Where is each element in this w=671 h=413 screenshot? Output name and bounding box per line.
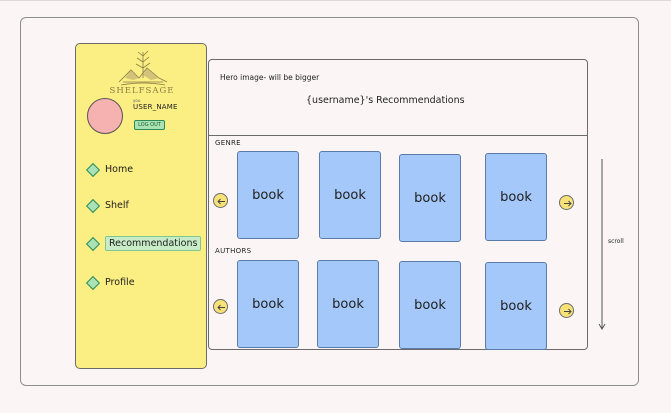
book-card[interactable]: book	[399, 261, 461, 349]
genre-section-label: GENRE	[215, 139, 241, 147]
book-card[interactable]: book	[319, 151, 381, 239]
arrow-left-icon	[217, 304, 225, 311]
arrow-right-icon	[564, 200, 572, 207]
authors-section-label: AUTHORS	[215, 247, 252, 255]
book-card[interactable]: book	[317, 260, 379, 348]
diamond-icon	[85, 162, 101, 177]
nav-item-home[interactable]: Home	[85, 162, 134, 177]
top-border-line	[0, 0, 671, 1]
arrow-left-icon	[217, 198, 225, 205]
avatar[interactable]	[87, 98, 123, 134]
book-card[interactable]: book	[399, 154, 461, 242]
nav-item-label: Home	[105, 164, 134, 175]
nav-item-shelf[interactable]: Shelf	[85, 198, 129, 213]
book-card[interactable]: book	[485, 262, 547, 350]
scroll-down-arrow-icon	[596, 157, 608, 333]
username-label: USER_NAME	[133, 103, 178, 111]
nav-item-label: Profile	[105, 277, 135, 288]
genre-scroll-left-button[interactable]	[213, 193, 228, 208]
hero-divider	[208, 135, 588, 136]
nav-item-label: Shelf	[105, 200, 129, 211]
diamond-icon	[85, 236, 101, 251]
scroll-label: scroll	[608, 238, 624, 245]
book-card[interactable]: book	[237, 260, 299, 348]
nav-item-label: Recommendations	[105, 236, 202, 251]
brand-name: SHELFSAGE	[109, 86, 175, 96]
book-card[interactable]: book	[485, 153, 547, 241]
authors-scroll-right-button[interactable]	[559, 303, 574, 318]
nav-item-profile[interactable]: Profile	[85, 275, 135, 290]
logout-button[interactable]: LOG OUT	[134, 120, 165, 130]
diamond-icon	[85, 198, 101, 213]
diamond-icon	[85, 275, 101, 290]
authors-scroll-left-button[interactable]	[213, 299, 228, 314]
nav-item-recommendations[interactable]: Recommendations	[85, 236, 202, 251]
genre-scroll-right-button[interactable]	[559, 195, 574, 210]
book-card[interactable]: book	[237, 151, 299, 239]
arrow-right-icon	[564, 308, 572, 315]
